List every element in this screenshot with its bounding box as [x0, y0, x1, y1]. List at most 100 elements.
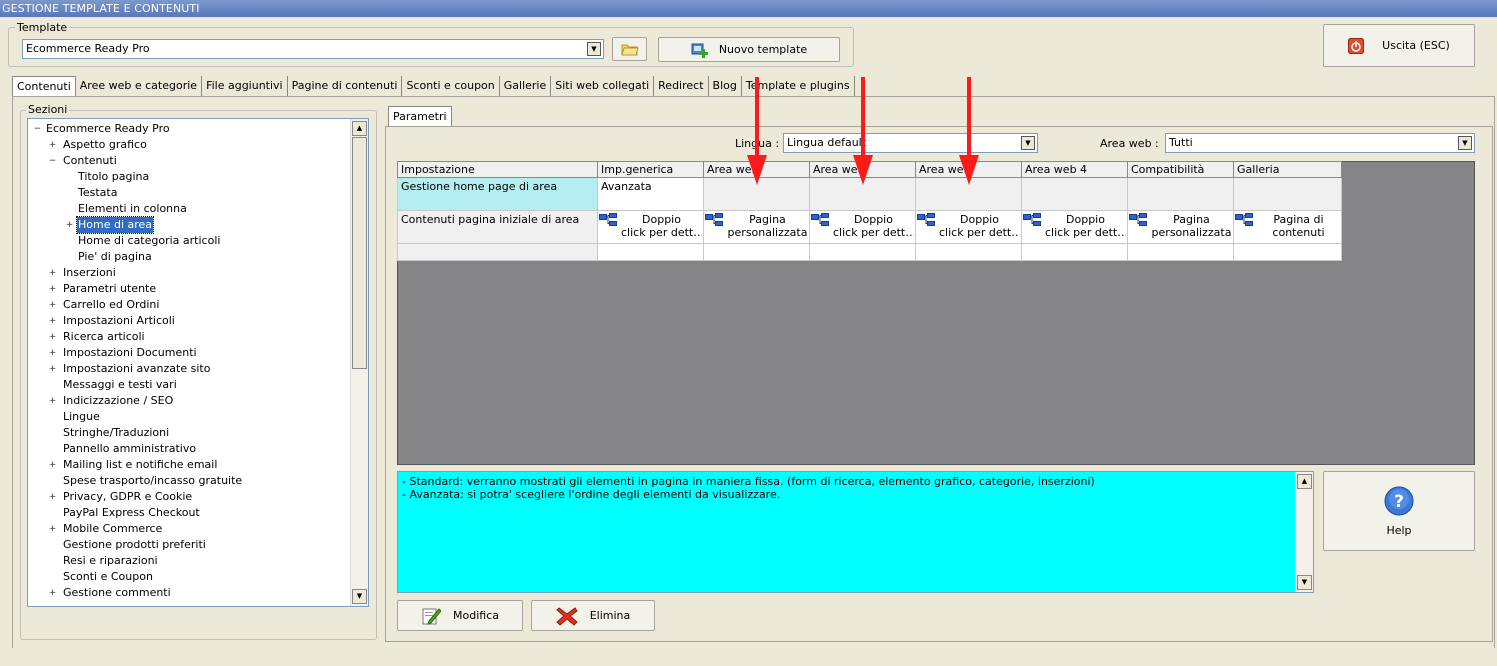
setting-value-cell[interactable] [1127, 177, 1234, 211]
tree-item[interactable]: Lingue [28, 409, 348, 425]
tab-pagine-contenuti[interactable]: Pagine di contenuti [288, 76, 403, 96]
scroll-up-icon[interactable]: ▲ [352, 121, 367, 136]
tree-item[interactable]: − Ecommerce Ready Pro [28, 121, 348, 137]
tree-item[interactable]: Gestione prodotti preferiti [28, 537, 348, 553]
open-folder-button[interactable] [612, 37, 647, 61]
tree-item[interactable]: − Contenuti [28, 153, 348, 169]
setting-value-cell[interactable] [1233, 177, 1342, 211]
expand-icon[interactable]: + [48, 317, 57, 326]
column-header[interactable]: Impostazione [397, 161, 598, 178]
expand-icon[interactable]: + [48, 525, 57, 534]
add-template-icon [691, 43, 708, 58]
setting-value-cell[interactable]: Doppio click per dett… [1021, 210, 1128, 244]
tree-item[interactable]: + Gestione commenti [28, 585, 348, 601]
tree-item[interactable]: Pannello amministrativo [28, 441, 348, 457]
tree-item[interactable]: Resi e riparazioni [28, 553, 348, 569]
chevron-down-icon[interactable]: ▼ [587, 42, 601, 56]
tree-item[interactable]: + Impostazioni Articoli [28, 313, 348, 329]
tree-item[interactable]: Pie' di pagina [28, 249, 348, 265]
expand-icon[interactable]: + [48, 589, 57, 598]
column-header[interactable]: Compatibilità [1127, 161, 1234, 178]
column-header[interactable]: Imp.generica [597, 161, 704, 178]
expand-icon[interactable]: + [48, 285, 57, 294]
help-button[interactable]: ? Help [1323, 471, 1475, 551]
tree-item[interactable]: Sconti e Coupon [28, 569, 348, 585]
expand-icon[interactable]: + [48, 269, 57, 278]
tree-scrollbar[interactable]: ▲ ▼ [350, 119, 368, 606]
tab-redirect[interactable]: Redirect [654, 76, 709, 96]
scroll-down-icon[interactable]: ▼ [1297, 575, 1312, 590]
tree-item[interactable]: + Aspetto grafico [28, 137, 348, 153]
tree-item[interactable]: + Mobile Commerce [28, 521, 348, 537]
setting-value-cell[interactable]: Avanzata [597, 177, 704, 211]
collapse-icon[interactable]: − [33, 125, 42, 134]
expand-icon[interactable]: + [48, 365, 57, 374]
language-select[interactable]: Lingua default ▼ [783, 133, 1038, 153]
template-select[interactable]: Ecommerce Ready Pro ▼ [22, 39, 604, 59]
description-box[interactable]: - Standard: verranno mostrati gli elemen… [397, 471, 1314, 593]
expand-icon[interactable]: + [48, 461, 57, 470]
tree-item[interactable]: Home di categoria articoli [28, 233, 348, 249]
chevron-down-icon[interactable]: ▼ [1458, 136, 1472, 150]
setting-value-cell[interactable] [1021, 177, 1128, 211]
cell-text-line: Doppio [1066, 213, 1105, 226]
expand-icon[interactable]: + [48, 493, 57, 502]
tree-item[interactable]: + Carrello ed Ordini [28, 297, 348, 313]
setting-value-cell[interactable]: Pagina personalizzata [703, 210, 810, 244]
tree-item[interactable]: Stringhe/Traduzioni [28, 425, 348, 441]
scroll-up-icon[interactable]: ▲ [1297, 474, 1312, 489]
tree-item[interactable]: + Privacy, GDPR e Cookie [28, 489, 348, 505]
column-header[interactable]: Galleria [1233, 161, 1342, 178]
delete-x-icon [555, 606, 578, 626]
delete-button[interactable]: Elimina [531, 600, 655, 631]
collapse-icon[interactable]: − [48, 157, 57, 166]
setting-name-cell[interactable]: Gestione home page di area [397, 177, 598, 211]
new-template-button[interactable]: Nuovo template [658, 37, 840, 62]
tree-item[interactable]: + Home di area [28, 216, 348, 234]
expand-icon[interactable]: + [65, 221, 74, 230]
setting-value-cell[interactable]: Pagina di contenuti [1233, 210, 1342, 244]
tree-item[interactable]: + Parametri utente [28, 281, 348, 297]
expand-icon[interactable]: + [48, 333, 57, 342]
tree-item[interactable]: + Ricerca articoli [28, 329, 348, 345]
setting-value-cell[interactable]: Doppio click per dett… [915, 210, 1022, 244]
tree-item[interactable]: Elementi in colonna [28, 201, 348, 217]
setting-value-cell[interactable]: Doppio click per dett… [809, 210, 916, 244]
setting-name-cell[interactable]: Contenuti pagina iniziale di area [397, 210, 598, 244]
tree-item[interactable]: + Impostazioni Documenti [28, 345, 348, 361]
expand-icon[interactable]: + [48, 397, 57, 406]
tree-item[interactable]: Spese trasporto/incasso gratuite [28, 473, 348, 489]
tree-item[interactable]: Titolo pagina [28, 169, 348, 185]
cell-content: Doppio click per dett… [811, 213, 914, 239]
tab-sconti-coupon[interactable]: Sconti e coupon [402, 76, 500, 96]
modify-button[interactable]: Modifica [397, 600, 523, 631]
tab-aree-web[interactable]: Aree web e categorie [76, 76, 203, 96]
chevron-down-icon[interactable]: ▼ [1021, 136, 1035, 150]
tree-item[interactable]: PayPal Express Checkout [28, 505, 348, 521]
sections-tree[interactable]: − Ecommerce Ready Pro + Aspetto grafico − Con… [27, 118, 369, 607]
tree-item[interactable]: + Indicizzazione / SEO [28, 393, 348, 409]
scroll-down-icon[interactable]: ▼ [352, 589, 367, 604]
empty-row-cell [597, 243, 704, 261]
expand-icon[interactable]: + [48, 349, 57, 358]
tree-item[interactable]: + Mailing list e notifiche email [28, 457, 348, 473]
tab-contenuti[interactable]: Contenuti [12, 76, 76, 96]
expand-icon[interactable]: + [48, 141, 57, 150]
tree-item[interactable]: Messaggi e testi vari [28, 377, 348, 393]
column-header[interactable]: Area web 4 [1021, 161, 1128, 178]
expand-icon[interactable]: + [48, 301, 57, 310]
exit-button[interactable]: Uscita (ESC) [1323, 24, 1475, 67]
tree-item[interactable]: + Inserzioni [28, 265, 348, 281]
tab-siti-collegati[interactable]: Siti web collegati [551, 76, 655, 96]
tree-item[interactable]: + Impostazioni avanzate sito [28, 361, 348, 377]
tab-gallerie[interactable]: Gallerie [500, 76, 552, 96]
tree-item[interactable]: Testata [28, 185, 348, 201]
description-scrollbar[interactable]: ▲ ▼ [1295, 472, 1313, 592]
setting-value-cell[interactable]: Pagina personalizzata [1127, 210, 1234, 244]
tab-parametri[interactable]: Parametri [388, 106, 452, 126]
scroll-thumb[interactable] [352, 137, 367, 369]
tab-file-aggiuntivi[interactable]: File aggiuntivi [202, 76, 288, 96]
tab-blog[interactable]: Blog [709, 76, 742, 96]
setting-value-cell[interactable]: Doppio click per dett… [597, 210, 704, 244]
area-web-select[interactable]: Tutti ▼ [1165, 133, 1475, 153]
